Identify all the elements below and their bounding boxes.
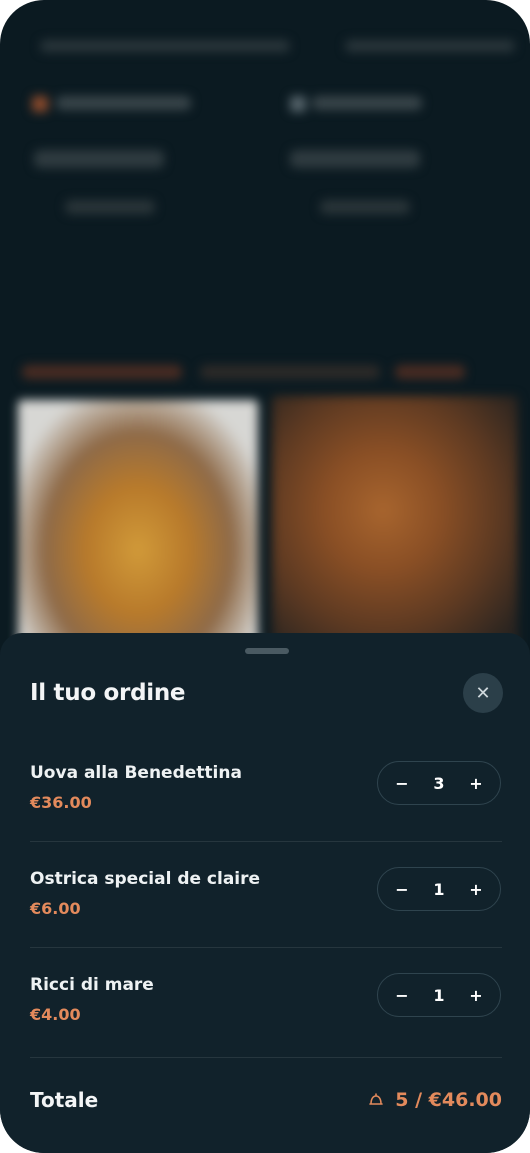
- decrease-button[interactable]: −: [392, 986, 412, 1005]
- decrease-button[interactable]: −: [392, 774, 412, 793]
- order-item: Ostrica special de claire €6.00 − 1 +: [30, 867, 502, 974]
- total-label: Totale: [30, 1088, 99, 1112]
- item-name: Uova alla Benedettina: [30, 763, 242, 783]
- close-button[interactable]: ✕: [463, 673, 503, 713]
- increase-button[interactable]: +: [466, 774, 486, 793]
- quantity-stepper: − 3 +: [377, 761, 501, 805]
- total-summary: 5 / €46.00: [367, 1089, 502, 1111]
- quantity-value: 3: [433, 773, 445, 793]
- increase-button[interactable]: +: [466, 880, 486, 899]
- phone-screen: Il tuo ordine ✕ Uova alla Benedettina €3…: [0, 0, 530, 1153]
- decrease-button[interactable]: −: [392, 880, 412, 899]
- quantity-stepper: − 1 +: [377, 867, 501, 911]
- divider: [30, 841, 502, 842]
- sheet-drag-handle[interactable]: [245, 648, 289, 654]
- item-price: €4.00: [30, 1005, 81, 1024]
- order-title: Il tuo ordine: [30, 680, 186, 706]
- order-sheet: Il tuo ordine ✕ Uova alla Benedettina €3…: [0, 633, 530, 1153]
- item-price: €6.00: [30, 899, 81, 918]
- quantity-stepper: − 1 +: [377, 973, 501, 1017]
- total-value: 5 / €46.00: [395, 1089, 502, 1111]
- quantity-value: 1: [433, 879, 445, 899]
- item-name: Ostrica special de claire: [30, 869, 261, 889]
- divider: [30, 947, 502, 948]
- close-icon: ✕: [475, 682, 491, 704]
- bell-icon: [367, 1091, 385, 1109]
- divider: [30, 1057, 502, 1058]
- order-item: Uova alla Benedettina €36.00 − 3 +: [30, 761, 502, 868]
- quantity-value: 1: [433, 985, 445, 1005]
- item-name: Ricci di mare: [30, 975, 154, 995]
- increase-button[interactable]: +: [466, 986, 486, 1005]
- item-price: €36.00: [30, 793, 92, 812]
- order-item: Ricci di mare €4.00 − 1 +: [30, 973, 502, 1080]
